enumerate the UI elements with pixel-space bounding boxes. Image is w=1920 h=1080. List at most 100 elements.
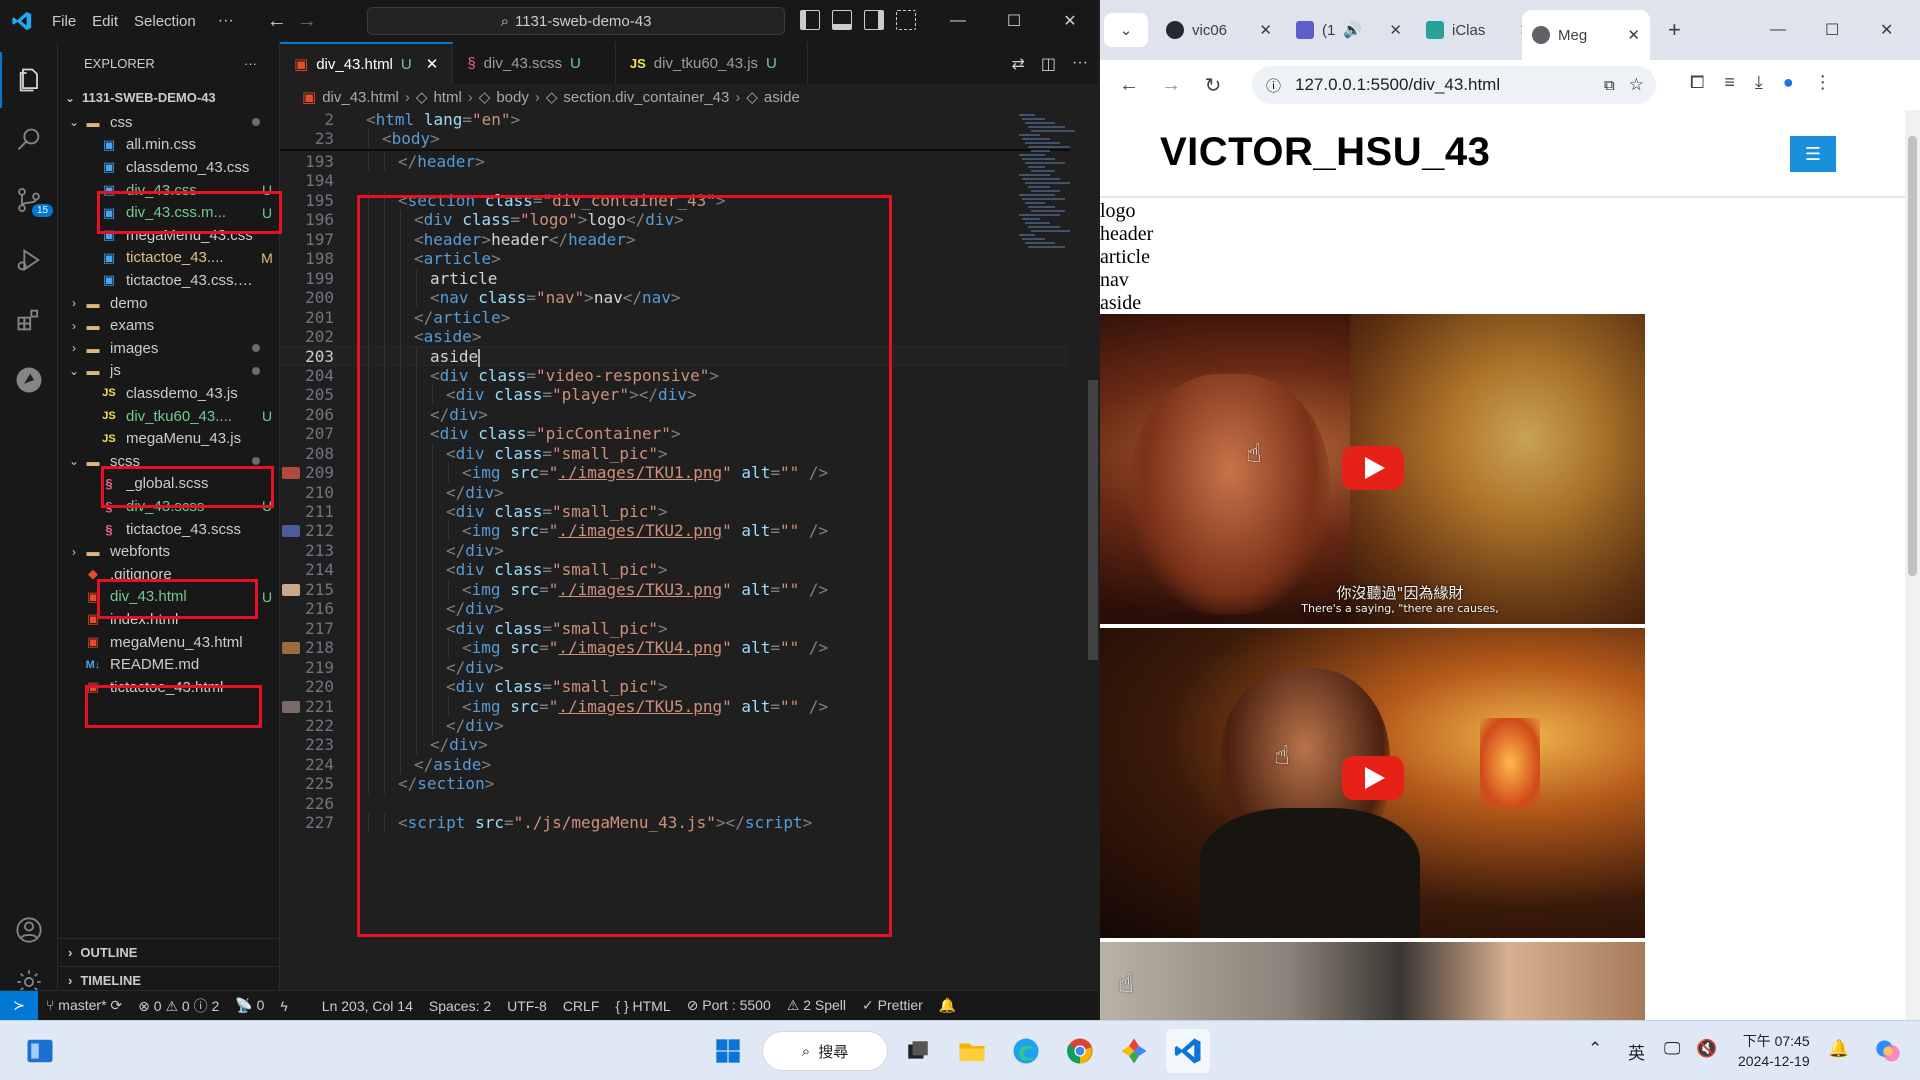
- video-player[interactable]: ☝: [1100, 628, 1645, 938]
- code-line[interactable]: 214 <div class="small_pic">: [280, 560, 1070, 580]
- sticky-scroll-line[interactable]: 23 <body>: [280, 129, 1070, 149]
- back-arrow-icon[interactable]: ←: [262, 10, 292, 33]
- breadcrumb-item[interactable]: section.div_container_43: [563, 89, 729, 106]
- copilot-icon[interactable]: [1866, 1029, 1910, 1073]
- code-line[interactable]: 193 </header>: [280, 151, 1070, 172]
- notifications-bell-icon[interactable]: 🔔: [1828, 1039, 1849, 1059]
- translate-icon[interactable]: ⧉: [1604, 77, 1615, 94]
- toggle-panel-icon[interactable]: [832, 10, 852, 30]
- encoding-status[interactable]: UTF-8: [499, 998, 555, 1014]
- video-player[interactable]: ☝ 你沒聽過"因為緣財 There's a saying, "there are…: [1100, 314, 1645, 624]
- close-tab-icon[interactable]: ✕: [426, 55, 439, 73]
- minimize-button[interactable]: —: [1760, 12, 1796, 48]
- minimap[interactable]: [1013, 110, 1083, 250]
- tree-folder[interactable]: ⌄ ▬ css: [58, 111, 280, 134]
- code-line[interactable]: 222 </div>: [280, 715, 1070, 736]
- tree-file[interactable]: ▣ classdemo_43.css: [58, 156, 280, 179]
- tree-file[interactable]: ▣ tictactoe_43.css.m...: [58, 269, 280, 292]
- code-line[interactable]: 196 <div class="logo">logo</div>: [280, 210, 1070, 230]
- code-line[interactable]: 202 <aside>: [280, 326, 1070, 347]
- language-status[interactable]: { } HTML: [607, 998, 678, 1014]
- close-button[interactable]: ✕: [1870, 12, 1903, 48]
- profile-avatar-icon[interactable]: ●: [1783, 72, 1794, 93]
- code-line[interactable]: 208 <div class="small_pic">: [280, 443, 1070, 464]
- code-line[interactable]: 209 <img src="./images/TKU1.png" alt="" /…: [280, 463, 1070, 483]
- ports-status[interactable]: 📡 0: [227, 997, 272, 1014]
- tab-div-43-html[interactable]: ▣ div_43.html U ✕: [280, 42, 454, 84]
- minimize-button[interactable]: —: [930, 0, 986, 42]
- tree-file[interactable]: JS div_tku60_43.... U: [58, 405, 280, 428]
- start-icon[interactable]: [706, 1029, 750, 1073]
- menu-kebab-icon[interactable]: ⋮: [1814, 72, 1832, 93]
- close-tab-icon[interactable]: ✕: [1627, 26, 1640, 44]
- back-arrow-icon[interactable]: ←: [1108, 74, 1150, 97]
- code-line[interactable]: 212 <img src="./images/TKU2.png" alt="" /…: [280, 521, 1070, 541]
- bookmark-star-icon[interactable]: ☆: [1629, 75, 1644, 95]
- code-line[interactable]: 199 article: [280, 268, 1070, 289]
- breadcrumb-item[interactable]: div_43.html: [322, 89, 399, 106]
- vscode-taskbar-icon[interactable]: [1166, 1029, 1210, 1073]
- forward-arrow-icon[interactable]: →: [292, 10, 322, 33]
- spell-status[interactable]: ⚠ 2 Spell: [779, 997, 854, 1014]
- tree-file[interactable]: ▣ megaMenu_43.html: [58, 631, 280, 654]
- clock[interactable]: 下午 07:45 2024-12-19: [1738, 1031, 1810, 1071]
- eol-status[interactable]: CRLF: [555, 998, 608, 1014]
- page-scrollbar[interactable]: [1905, 110, 1920, 1020]
- new-tab-button[interactable]: +: [1658, 12, 1691, 48]
- app-pinwheel-icon[interactable]: [1112, 1029, 1156, 1073]
- menu-more[interactable]: ···: [204, 12, 248, 30]
- tree-folder[interactable]: › ▬ exams: [58, 314, 280, 337]
- close-tab-icon[interactable]: ✕: [1259, 21, 1272, 39]
- code-line[interactable]: 216 </div>: [280, 599, 1070, 619]
- task-view-icon[interactable]: [896, 1029, 940, 1073]
- tree-folder[interactable]: › ▬ images: [58, 337, 280, 360]
- tree-file[interactable]: ▣ tictactoe_43.html: [58, 676, 280, 699]
- breadcrumb-item[interactable]: html: [433, 89, 461, 106]
- tree-file[interactable]: ▣ all.min.css: [58, 134, 280, 157]
- code-line[interactable]: 225 </section>: [280, 774, 1070, 794]
- file-explorer-icon[interactable]: [950, 1029, 994, 1073]
- code-line[interactable]: 224 </aside>: [280, 754, 1070, 775]
- command-center[interactable]: ⌕ 1131-sweb-demo-43: [367, 7, 785, 35]
- tree-file[interactable]: ▣ div_43.css U: [58, 179, 280, 202]
- code-line[interactable]: 215 <img src="./images/TKU3.png" alt="" /…: [280, 579, 1070, 600]
- address-bar[interactable]: ⓘ 127.0.0.1:5500/div_43.html ⧉ ☆: [1252, 66, 1656, 104]
- code-line[interactable]: 221 <img src="./images/TKU5.png" alt="" /…: [280, 696, 1070, 716]
- problems-status[interactable]: ⊗ 0 ⚠ 0 ⓘ 2: [130, 996, 227, 1016]
- workspace-root[interactable]: ⌄ 1131-SWEB-DEMO-43: [58, 84, 280, 111]
- code-line[interactable]: 226: [280, 794, 1070, 813]
- reload-icon[interactable]: ↻: [1192, 73, 1234, 98]
- code-line[interactable]: 207 <div class="picContainer">: [280, 424, 1070, 444]
- tree-file[interactable]: M↓ README.md: [58, 653, 280, 676]
- extensions-icon[interactable]: ⧠: [1690, 72, 1704, 93]
- maximize-button[interactable]: ☐: [1815, 12, 1849, 48]
- code-line[interactable]: 219 </div>: [280, 657, 1070, 678]
- tree-file[interactable]: § tictactoe_43.scss: [58, 518, 280, 541]
- cursor-position[interactable]: Ln 203, Col 14: [314, 998, 421, 1014]
- more-actions-icon[interactable]: ···: [244, 56, 257, 71]
- code-line[interactable]: 201 </article>: [280, 307, 1070, 327]
- code-line[interactable]: 198 <article>: [280, 249, 1070, 269]
- customize-layout-icon[interactable]: [896, 10, 916, 30]
- breadcrumb-item[interactable]: aside: [764, 89, 800, 106]
- run-debug-icon[interactable]: [0, 232, 58, 288]
- network-icon[interactable]: 🖵: [1664, 1039, 1680, 1059]
- menu-selection[interactable]: Selection: [126, 13, 204, 30]
- tree-file[interactable]: JS megaMenu_43.js: [58, 427, 280, 450]
- tree-file[interactable]: ◆ .gitignore: [58, 563, 280, 586]
- tree-file[interactable]: ▣ megaMenu_43.css: [58, 224, 280, 247]
- taskbar-search[interactable]: ⌕ 搜尋: [762, 1031, 888, 1071]
- code-line[interactable]: 195 <section class="div_container_43">: [280, 190, 1070, 211]
- code-line[interactable]: 220 <div class="small_pic">: [280, 677, 1070, 697]
- editor-scrollbar[interactable]: [1084, 110, 1098, 990]
- scrollbar-thumb[interactable]: [1908, 136, 1917, 576]
- edge-icon[interactable]: [1004, 1029, 1048, 1073]
- outline-section[interactable]: › OUTLINE: [58, 938, 280, 966]
- chevron-up-icon[interactable]: ⌃: [1588, 1039, 1602, 1059]
- explorer-icon[interactable]: [0, 52, 58, 108]
- toggle-sidebar-icon[interactable]: [800, 10, 820, 30]
- code-line[interactable]: 223 </div>: [280, 735, 1070, 755]
- browser-tab-active[interactable]: Meg ✕: [1522, 10, 1650, 60]
- indentation-status[interactable]: Spaces: 2: [421, 998, 499, 1014]
- tab-div-43-scss[interactable]: § div_43.scss U: [453, 42, 616, 84]
